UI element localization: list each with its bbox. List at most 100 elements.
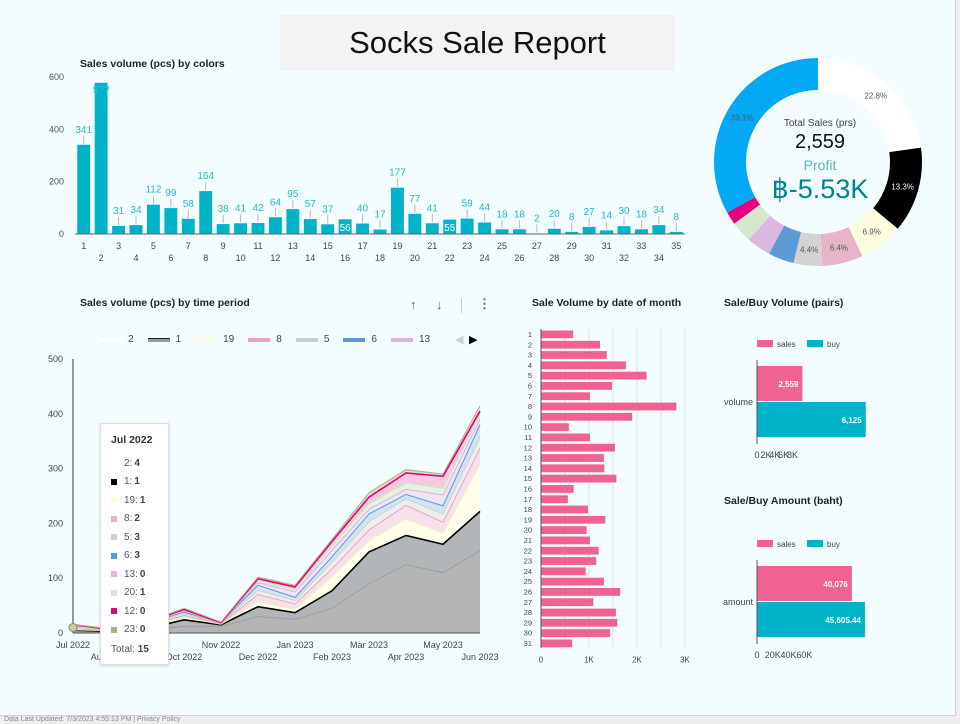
y-tick-label: 24 xyxy=(524,567,532,576)
y-tick-label: 16 xyxy=(524,485,532,494)
bar-value-label: 77 xyxy=(409,194,421,205)
legend-item[interactable]: 13 xyxy=(390,334,430,345)
category-label: volume xyxy=(724,397,753,407)
bar xyxy=(541,557,597,565)
tooltip-series-value: 4 xyxy=(134,457,140,469)
bar xyxy=(541,598,594,607)
bar-value-label: 99 xyxy=(165,188,177,199)
legend-swatch-sales xyxy=(757,340,773,347)
tooltip-swatch xyxy=(111,515,117,522)
x-tick-label: 2 xyxy=(99,253,104,263)
bar xyxy=(541,330,574,339)
legend-item[interactable]: 5 xyxy=(295,334,329,345)
x-tick-label: Jul 2022 xyxy=(56,640,90,650)
bar xyxy=(541,546,599,555)
bar xyxy=(216,224,230,234)
tooltip-swatch xyxy=(111,571,117,577)
category-label: amount xyxy=(723,597,754,607)
legend-item[interactable]: 2 xyxy=(100,334,134,345)
x-tick-label: 16 xyxy=(340,253,350,263)
bar-value-label: 2 xyxy=(534,213,540,224)
x-tick-label: Jun 2023 xyxy=(461,652,498,662)
legend-item[interactable]: 1 xyxy=(147,334,181,345)
bar-value-label: 8 xyxy=(569,212,575,223)
tooltip-row: 8: 2 xyxy=(111,512,140,526)
x-tick-label: Feb 2023 xyxy=(313,652,351,662)
tooltip-total: Total: 15 xyxy=(111,644,149,655)
x-tick-label: 23 xyxy=(462,241,472,251)
volume-chart-title: Sale/Buy Volume (pairs) xyxy=(724,297,844,309)
legend-item[interactable]: 19 xyxy=(195,334,234,345)
tooltip-title: Jul 2022 xyxy=(111,434,153,446)
x-tick-label: 6 xyxy=(168,253,173,263)
tooltip-series-name: 23: xyxy=(124,624,138,635)
donut-slice-label: 6.4% xyxy=(830,244,848,253)
bar-value-label: 41 xyxy=(427,203,439,214)
x-tick-label: 60K xyxy=(796,650,812,660)
footer-text: Data Last Updated: 7/3/2023 4:55:13 PM |… xyxy=(4,716,181,723)
bar xyxy=(541,526,587,534)
x-tick-label: 20K xyxy=(765,650,781,660)
donut-slice-label: 6.9% xyxy=(863,228,881,237)
legend-item[interactable]: 6 xyxy=(343,334,377,345)
legend-label: 8 xyxy=(276,334,282,345)
y-tick-label: 7 xyxy=(528,392,532,401)
amount-chart-title: Sale/Buy Amount (baht) xyxy=(724,495,843,507)
y-tick-label: 21 xyxy=(524,536,532,545)
y-tick-label: 15 xyxy=(524,474,532,483)
bar xyxy=(541,629,611,637)
y-tick-label: 300 xyxy=(48,464,63,474)
y-tick-label: 5 xyxy=(528,371,532,380)
y-tick-label: 17 xyxy=(524,495,532,504)
x-tick-label: Apr 2023 xyxy=(388,652,425,662)
tooltip-series-value: 0 xyxy=(139,624,146,635)
x-tick-label: 14 xyxy=(305,253,315,263)
x-tick-label: 32 xyxy=(619,253,629,263)
date-bar-chart: 1234567891011121314151617181920212223242… xyxy=(524,329,691,664)
total-sales-value: 2,559 xyxy=(794,131,846,153)
y-tick-label: 0 xyxy=(59,229,64,239)
bar xyxy=(652,225,666,234)
more-vert-icon[interactable]: ⋮ xyxy=(478,296,491,312)
tooltip-swatch xyxy=(111,497,117,503)
x-tick-label: 7 xyxy=(186,241,191,251)
y-tick-label: 23 xyxy=(524,557,532,566)
bar xyxy=(617,226,631,234)
bar xyxy=(541,454,604,462)
x-tick-label: 10 xyxy=(236,253,246,263)
legend-swatch-buy xyxy=(807,540,823,547)
x-tick-label: 15 xyxy=(323,241,333,251)
y-tick-label: 27 xyxy=(524,598,532,607)
tooltip-row: 5: 3 xyxy=(111,530,140,544)
bar-value-label: 40 xyxy=(357,204,369,215)
bar-value-label: 27 xyxy=(584,207,596,218)
bar xyxy=(77,144,91,234)
legend-next-icon[interactable]: ▶ xyxy=(469,333,477,346)
bar-value-label: 14 xyxy=(601,210,613,221)
y-tick-label: 10 xyxy=(524,423,532,432)
x-tick-label: 5 xyxy=(151,241,156,251)
bar-value-label: 57 xyxy=(305,199,317,210)
bar xyxy=(600,230,614,234)
y-tick-label: 13 xyxy=(524,454,532,463)
y-tick-label: 12 xyxy=(524,443,532,452)
bar-value-label: 34 xyxy=(130,205,142,216)
legend-prev-icon[interactable]: ◀ xyxy=(455,333,463,346)
x-tick-label: 26 xyxy=(514,253,524,263)
bar-value-label: 18 xyxy=(636,209,648,220)
tooltip-swatch xyxy=(111,589,117,596)
bar-value-label: 41 xyxy=(235,203,247,214)
y-tick-label: 3 xyxy=(528,351,532,360)
y-tick-label: 11 xyxy=(524,433,532,442)
arrow-down-icon[interactable]: ↓ xyxy=(436,297,443,312)
legend-item[interactable]: 8 xyxy=(248,334,282,345)
tooltip-series-value: 2 xyxy=(134,513,140,524)
tooltip-series-name: 12: xyxy=(124,605,138,617)
bar-value-label: 44 xyxy=(479,202,491,213)
legend-label: 6 xyxy=(371,334,377,345)
y-tick-label: 18 xyxy=(524,505,532,514)
bar xyxy=(541,588,621,596)
bar xyxy=(478,222,492,234)
tooltip-series-value: 1 xyxy=(139,494,146,506)
arrow-up-icon[interactable]: ↑ xyxy=(410,297,417,312)
